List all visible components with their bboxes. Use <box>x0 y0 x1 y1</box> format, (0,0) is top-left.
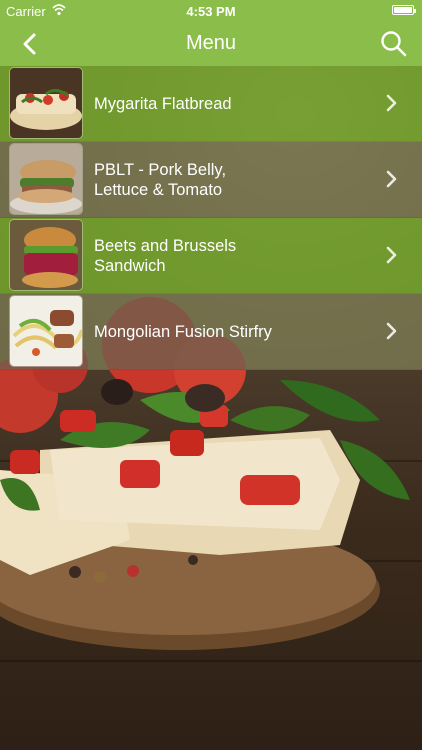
menu-item-label: Beets and Brussels Sandwich <box>94 236 237 275</box>
chevron-right-icon <box>386 322 397 340</box>
pblt-thumbnail <box>10 144 82 214</box>
battery-icon <box>392 5 416 15</box>
menu-item-mygarita-flatbread[interactable]: Mygarita Flatbread <box>0 66 422 142</box>
search-icon[interactable] <box>380 30 408 58</box>
menu-item-label: Mongolian Fusion Stirfry <box>94 322 272 341</box>
flatbread-thumbnail <box>10 68 82 138</box>
page-title: Menu <box>185 32 237 54</box>
chevron-right-icon <box>386 170 397 188</box>
menu-item-pblt[interactable]: PBLT - Pork Belly, Lettuce & Tomato <box>0 142 422 218</box>
menu-item-label: PBLT - Pork Belly, Lettuce & Tomato <box>94 160 227 199</box>
stirfry-thumbnail <box>10 296 82 366</box>
clock: 4:53 PM <box>186 4 236 19</box>
chevron-right-icon <box>386 94 397 112</box>
navigation-bar: Menu <box>0 22 422 66</box>
menu-item-label: Mygarita Flatbread <box>94 94 232 113</box>
menu-item-beets-brussels-sandwich[interactable]: Beets and Brussels Sandwich <box>0 218 422 294</box>
chevron-right-icon <box>386 246 397 264</box>
beet-sandwich-thumbnail <box>10 220 82 290</box>
menu-item-mongolian-fusion-stirfry[interactable]: Mongolian Fusion Stirfry <box>0 294 422 370</box>
status-bar: Carrier 4:53 PM <box>0 0 422 22</box>
menu-list: Mygarita Flatbread PBLT - Pork Belly, Le… <box>0 66 422 370</box>
